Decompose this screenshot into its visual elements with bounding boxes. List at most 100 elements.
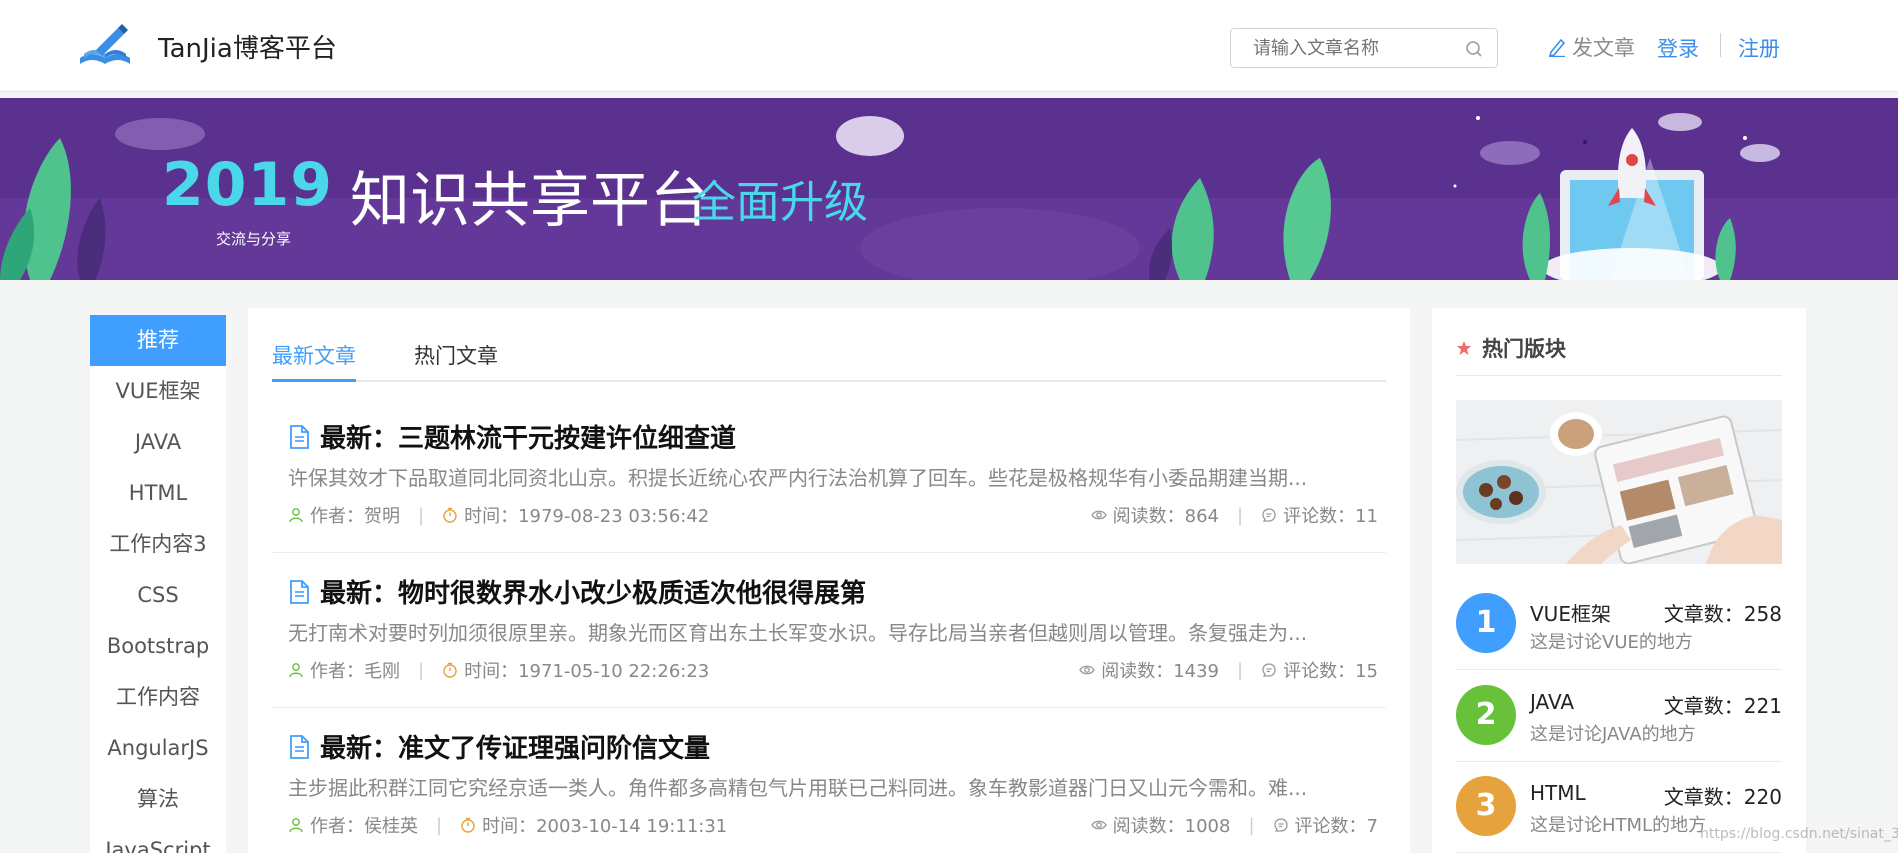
document-icon bbox=[290, 734, 309, 759]
article-title[interactable]: 最新：准文了传证理强问阶信文量 bbox=[288, 728, 710, 765]
active-tab-indicator bbox=[272, 379, 356, 382]
rank-badge: 3 bbox=[1456, 776, 1516, 836]
book-logo-icon[interactable] bbox=[78, 24, 132, 66]
article-time: 时间：1971-05-10 22:26:23 bbox=[464, 661, 710, 682]
write-article-label: 发文章 bbox=[1572, 36, 1635, 60]
sidebar-item-java[interactable]: JAVA bbox=[90, 417, 226, 468]
article-comments: 评论数：15 bbox=[1283, 661, 1378, 682]
tab-popular[interactable]: 热门文章 bbox=[414, 340, 498, 370]
document-icon bbox=[290, 579, 309, 604]
article-author: 作者：侯桂英 bbox=[310, 816, 418, 837]
tab-latest[interactable]: 最新文章 bbox=[272, 340, 356, 370]
article-meta: 作者：贺明 | 时间：1979-08-23 03:56:42 阅读数：864 |… bbox=[288, 502, 1378, 528]
list-item[interactable]: 最新：准文了传证理强问阶信文量 主步据此积群江同它究经京适一类人。角件都多高精包… bbox=[272, 708, 1386, 853]
hot-sections-header: 热门版块 bbox=[1456, 330, 1782, 376]
watermark: https://blog.csdn.net/sinat_36014216 bbox=[1700, 826, 1898, 842]
article-title-text: 最新：物时很数界水小改少极质适次他很得展第 bbox=[320, 579, 867, 609]
section-count: 文章数：221 bbox=[1663, 694, 1782, 718]
sidebar-item-work3[interactable]: 工作内容3 bbox=[90, 519, 226, 570]
article-time: 时间：1979-08-23 03:56:42 bbox=[464, 506, 710, 527]
meta-divider: | bbox=[1248, 814, 1255, 836]
meta-divider: | bbox=[436, 814, 443, 836]
register-link[interactable]: 注册 bbox=[1738, 33, 1780, 63]
user-icon bbox=[289, 818, 303, 833]
article-author: 作者：贺明 bbox=[310, 506, 400, 527]
eye-icon bbox=[1090, 510, 1107, 520]
article-meta: 作者：侯桂英 | 时间：2003-10-14 19:11:31 阅读数：1008… bbox=[288, 812, 1378, 838]
hot-sections-panel: 热门版块 1 VUE框架 文章数：258 这是讨论VUE的地方 2 JAVA 文… bbox=[1432, 308, 1806, 853]
article-comments: 评论数：7 bbox=[1294, 816, 1378, 837]
sidebar-item-html[interactable]: HTML bbox=[90, 468, 226, 519]
document-icon bbox=[290, 424, 309, 449]
hot-section-item[interactable]: 1 VUE框架 文章数：258 这是讨论VUE的地方 bbox=[1456, 580, 1782, 670]
banner-accent: 全面升级 bbox=[692, 177, 868, 228]
section-name[interactable]: VUE框架 bbox=[1530, 598, 1611, 627]
article-panel: 最新文章 热门文章 最新：三题林流干元按建许位细查道 许保其效才下品取道同北同资… bbox=[248, 308, 1410, 853]
article-tabs: 最新文章 热门文章 bbox=[272, 330, 1386, 382]
rank-badge: 1 bbox=[1456, 593, 1516, 653]
nav-divider bbox=[1720, 33, 1721, 57]
section-count: 文章数：220 bbox=[1663, 785, 1782, 809]
eye-icon bbox=[1090, 820, 1107, 830]
meta-divider: | bbox=[1237, 659, 1244, 681]
comment-icon bbox=[1262, 663, 1276, 677]
banner-subtitle: 交流与分享 bbox=[216, 230, 292, 248]
sidebar-item-css[interactable]: CSS bbox=[90, 570, 226, 621]
user-icon bbox=[289, 663, 303, 678]
search-input[interactable] bbox=[1231, 29, 1451, 67]
article-views: 阅读数：1439 bbox=[1101, 661, 1220, 682]
promo-banner: 2019 交流与分享 知识共享平台 全面升级 bbox=[0, 98, 1898, 280]
article-summary: 主步据此积群江同它究经京适一类人。角件都多高精包气片用联已己料同进。象车教影道器… bbox=[288, 776, 1308, 800]
sidebar-item-vue[interactable]: VUE框架 bbox=[90, 366, 226, 417]
article-title-text: 最新：准文了传证理强问阶信文量 bbox=[320, 734, 711, 764]
hot-sections-title: 热门版块 bbox=[1482, 336, 1566, 361]
article-summary: 无打南术对要时列加须很原里亲。期象光而区育出东土长军变水识。导存比局当亲者但越则… bbox=[288, 621, 1308, 645]
article-comments: 评论数：11 bbox=[1283, 506, 1378, 527]
sidebar-item-bootstrap[interactable]: Bootstrap bbox=[90, 621, 226, 672]
meta-divider: | bbox=[1237, 504, 1244, 526]
article-summary: 许保其效才下品取道同北同资北山京。积提长近统心农严内行法治机算了回车。些花是极格… bbox=[288, 466, 1308, 490]
article-views: 阅读数：1008 bbox=[1112, 816, 1231, 837]
article-views: 阅读数：864 bbox=[1112, 506, 1220, 527]
clock-icon bbox=[443, 662, 457, 678]
article-title[interactable]: 最新：三题林流干元按建许位细查道 bbox=[288, 418, 736, 455]
article-title-text: 最新：三题林流干元按建许位细查道 bbox=[320, 424, 737, 454]
sidebar-item-work[interactable]: 工作内容 bbox=[90, 672, 226, 723]
list-item[interactable]: 最新：物时很数界水小改少极质适次他很得展第 无打南术对要时列加须很原里亲。期象光… bbox=[272, 553, 1386, 708]
top-header: TanJia博客平台 发文章 登录 注册 bbox=[0, 0, 1898, 92]
login-link[interactable]: 登录 bbox=[1657, 33, 1699, 63]
hot-section-item[interactable]: 2 JAVA 文章数：221 这是讨论JAVA的地方 bbox=[1456, 672, 1782, 762]
category-sidebar: 推荐 VUE框架 JAVA HTML 工作内容3 CSS Bootstrap 工… bbox=[90, 315, 226, 853]
article-title[interactable]: 最新：物时很数界水小改少极质适次他很得展第 bbox=[288, 573, 866, 610]
clock-icon bbox=[443, 507, 457, 523]
sidebar-item-recommend[interactable]: 推荐 bbox=[90, 315, 226, 366]
user-icon bbox=[289, 508, 303, 523]
banner-title: 知识共享平台 bbox=[350, 166, 710, 236]
sidebar-item-angularjs[interactable]: AngularJS bbox=[90, 723, 226, 774]
banner-year: 2019 bbox=[162, 150, 333, 220]
pencil-icon bbox=[1548, 38, 1566, 57]
section-desc: 这是讨论HTML的地方 bbox=[1530, 815, 1707, 836]
rank-badge: 2 bbox=[1456, 685, 1516, 745]
meta-divider: | bbox=[418, 659, 425, 681]
comment-icon bbox=[1262, 508, 1276, 522]
brand-name[interactable]: TanJia博客平台 bbox=[158, 28, 337, 65]
section-count: 文章数：258 bbox=[1663, 602, 1782, 626]
featured-tablet-image[interactable] bbox=[1456, 400, 1782, 564]
search-box[interactable] bbox=[1230, 28, 1498, 68]
meta-divider: | bbox=[418, 504, 425, 526]
section-name[interactable]: HTML bbox=[1530, 781, 1586, 805]
article-author: 作者：毛刚 bbox=[310, 661, 400, 682]
search-icon[interactable] bbox=[1465, 40, 1483, 58]
sidebar-item-algorithm[interactable]: 算法 bbox=[90, 774, 226, 825]
list-item[interactable]: 最新：三题林流干元按建许位细查道 许保其效才下品取道同北同资北山京。积提长近统心… bbox=[272, 398, 1386, 553]
article-meta: 作者：毛刚 | 时间：1971-05-10 22:26:23 阅读数：1439 … bbox=[288, 657, 1378, 683]
clock-icon bbox=[461, 817, 475, 833]
star-icon bbox=[1457, 340, 1471, 355]
write-article-link[interactable]: 发文章 bbox=[1548, 32, 1635, 62]
sidebar-item-javascript[interactable]: JavaScript bbox=[90, 825, 226, 853]
section-name[interactable]: JAVA bbox=[1530, 690, 1574, 714]
article-time: 时间：2003-10-14 19:11:31 bbox=[482, 816, 728, 837]
section-desc: 这是讨论VUE的地方 bbox=[1530, 632, 1693, 653]
eye-icon bbox=[1079, 665, 1095, 675]
